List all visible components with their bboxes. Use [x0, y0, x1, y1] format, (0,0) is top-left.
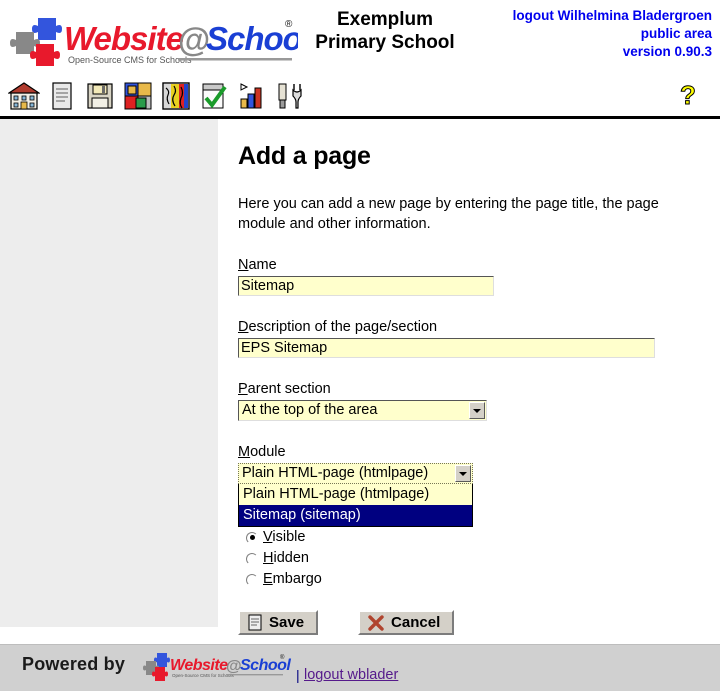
save-disk-icon[interactable] — [84, 80, 116, 112]
footer-logout-link[interactable]: logout wblader — [304, 667, 398, 683]
radio-hidden[interactable] — [246, 552, 258, 565]
parent-section-label-rest: arent section — [247, 381, 331, 397]
module-option-htmlpage[interactable]: Plain HTML-page (htmlpage) — [239, 484, 472, 505]
visibility-hidden-label: Hidden — [263, 549, 309, 568]
website-at-school-logo-graphic: Website @ School ® Open-Source CMS for S… — [10, 18, 298, 66]
name-label: Name — [238, 257, 710, 274]
svg-text:Open-Source CMS for Schools: Open-Source CMS for Schools — [68, 55, 192, 65]
module-dropdown-list: Plain HTML-page (htmlpage) Sitemap (site… — [238, 484, 473, 527]
description-input[interactable] — [238, 338, 655, 358]
svg-text:Website: Website — [64, 20, 184, 57]
puzzle-pieces-icon — [10, 18, 62, 66]
page-header: Website @ School ® Open-Source CMS for S… — [0, 0, 720, 78]
svg-text:®: ® — [280, 654, 285, 661]
module-label: Module — [238, 444, 710, 461]
footer-logo[interactable]: Website @ School ® Open-Source CMS for S… — [143, 650, 303, 682]
svg-text:?: ? — [680, 81, 696, 110]
radio-embargo[interactable] — [246, 573, 258, 586]
page-icon[interactable] — [46, 80, 78, 112]
hidden-accesskey: H — [263, 550, 274, 566]
home-icon[interactable] — [8, 80, 40, 112]
document-icon — [248, 614, 262, 631]
hidden-label-rest: idden — [273, 550, 309, 566]
main-toolbar: ? — [0, 78, 720, 119]
area-label: public area — [640, 26, 712, 41]
save-button[interactable]: Save — [238, 610, 319, 635]
visibility-embargo-label: Embargo — [263, 570, 322, 589]
description-label-rest: escription of the page/section — [248, 319, 438, 335]
visibility-option-hidden[interactable]: Hidden — [246, 548, 710, 569]
visibility-option-embargo[interactable]: Embargo — [246, 569, 710, 590]
name-label-rest: ame — [248, 257, 277, 273]
visibility-visible-label: Visible — [263, 528, 305, 547]
module-select[interactable]: Plain HTML-page (htmlpage) — [238, 463, 473, 484]
field-module: Module Plain HTML-page (htmlpage) Plain … — [238, 444, 710, 527]
cancel-button[interactable]: Cancel — [358, 610, 455, 635]
radio-visible[interactable] — [246, 531, 258, 544]
logout-user-link[interactable]: logout Wilhelmina Bladergroen — [513, 7, 712, 25]
content-panel: Add a page Here you can add a new page b… — [238, 119, 710, 635]
statistics-icon[interactable] — [236, 80, 268, 112]
footer-puzzle-icon — [143, 653, 170, 681]
chevron-down-icon[interactable] — [455, 465, 471, 482]
cancel-button-label: Cancel — [391, 614, 441, 631]
module-selected-value: Plain HTML-page (htmlpage) — [242, 465, 429, 481]
svg-text:Open-Source CMS for Schools: Open-Source CMS for Schools — [172, 673, 235, 678]
visibility-group: Visible Hidden Embargo — [238, 527, 710, 590]
tools-icon[interactable] — [274, 80, 306, 112]
svg-text:®: ® — [285, 19, 293, 30]
name-accesskey: N — [238, 257, 249, 273]
visibility-option-visible[interactable]: Visible — [246, 527, 710, 548]
powered-by-label: Powered by — [22, 654, 126, 674]
parent-section-select[interactable]: At the top of the area — [238, 400, 487, 421]
description-label: Description of the page/section — [238, 319, 710, 336]
field-name: Name — [238, 257, 710, 296]
svg-text:Website: Website — [170, 657, 228, 674]
page-title: Add a page — [238, 142, 371, 170]
site-logo[interactable]: Website @ School ® Open-Source CMS for S… — [8, 10, 298, 70]
main-body: Add a page Here you can add a new page b… — [0, 119, 720, 655]
page-footer: Powered by Website @ School ® Open-Sourc… — [0, 644, 720, 691]
description-accesskey: D — [238, 319, 249, 335]
areas-icon[interactable] — [160, 80, 192, 112]
checklist-icon[interactable] — [198, 80, 230, 112]
cancel-cross-icon — [368, 614, 384, 631]
module-option-sitemap[interactable]: Sitemap (sitemap) — [239, 505, 472, 526]
chevron-down-icon[interactable] — [469, 402, 485, 419]
field-parent-section: Parent section At the top of the area — [238, 381, 710, 421]
version-label: version 0.90.3 — [622, 44, 712, 59]
modules-icon[interactable] — [122, 80, 154, 112]
sidebar-panel — [0, 119, 218, 627]
parent-section-selected-value: At the top of the area — [242, 402, 378, 418]
footer-separator: | — [296, 667, 300, 683]
embargo-label-rest: mbargo — [272, 571, 322, 587]
visible-label-rest: isible — [272, 529, 306, 545]
school-name: Exemplum Primary School — [300, 8, 470, 54]
school-name-line2: Primary School — [315, 32, 455, 53]
module-accesskey: M — [238, 444, 251, 460]
page-intro-text: Here you can add a new page by entering … — [238, 196, 659, 232]
parent-section-accesskey: P — [238, 381, 248, 397]
visible-accesskey: V — [263, 529, 273, 545]
module-label-rest: odule — [250, 444, 286, 460]
name-input[interactable] — [238, 276, 494, 296]
parent-section-label: Parent section — [238, 381, 710, 398]
embargo-accesskey: E — [263, 571, 273, 587]
save-button-label: Save — [269, 614, 305, 631]
field-description: Description of the page/section — [238, 319, 710, 358]
form-actions: Save Cancel — [238, 610, 710, 635]
school-name-line1: Exemplum — [336, 9, 434, 30]
header-user-info: logout Wilhelmina Bladergroen public are… — [513, 7, 712, 61]
help-icon[interactable]: ? — [678, 81, 708, 113]
